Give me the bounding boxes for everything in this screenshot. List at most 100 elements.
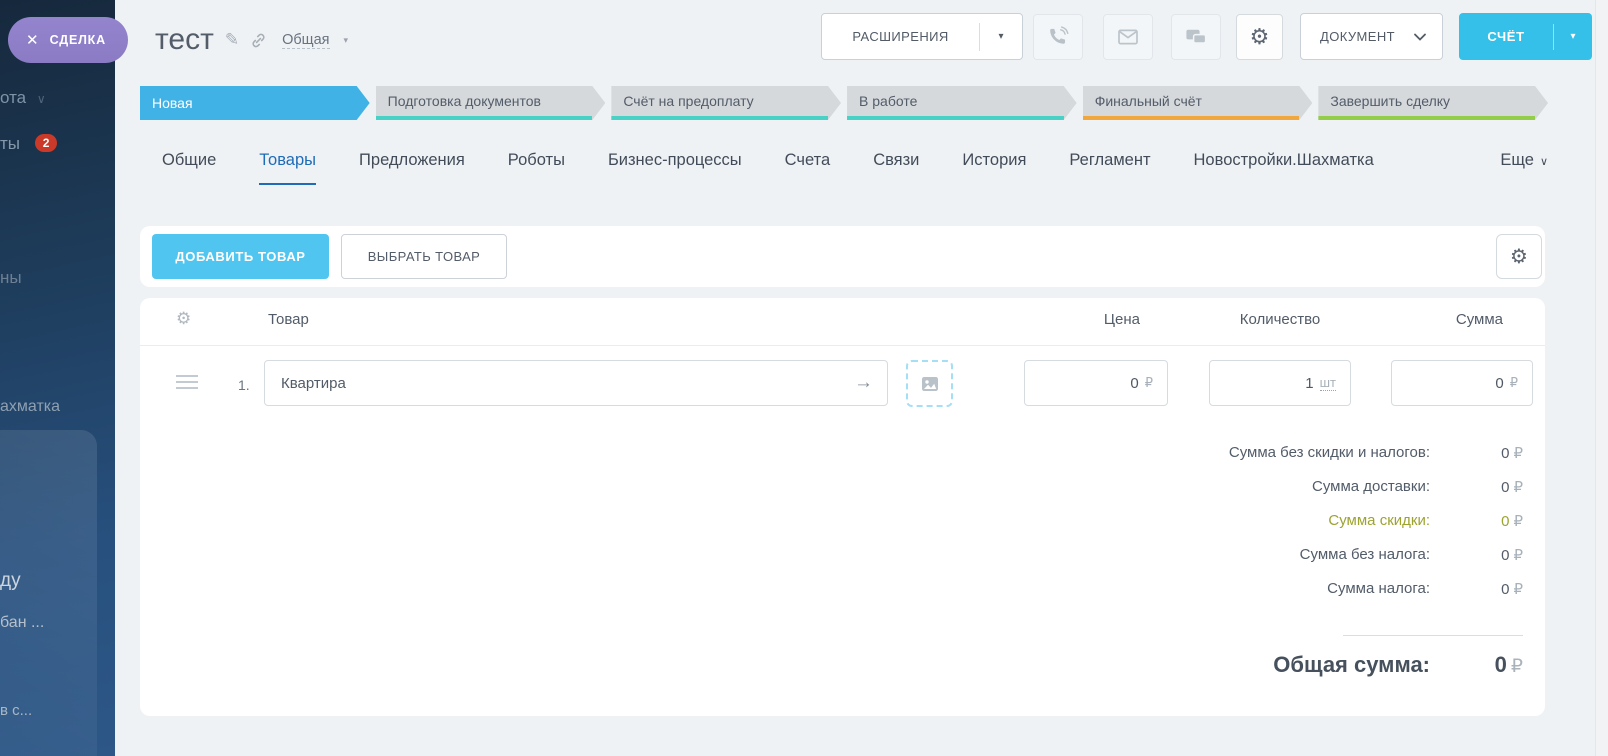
currency-symbol: ₽ xyxy=(1513,513,1523,530)
chevron-down-icon xyxy=(1414,33,1426,41)
tab-general[interactable]: Общие xyxy=(162,151,216,185)
column-header-price: Цена xyxy=(1103,311,1140,328)
tab-history[interactable]: История xyxy=(962,151,1026,185)
tab-invoices[interactable]: Счета xyxy=(785,151,831,185)
settings-button[interactable]: ⚙ xyxy=(1236,14,1283,60)
page-title: тест xyxy=(155,23,214,56)
quantity-value: 1 xyxy=(1305,374,1314,392)
close-icon[interactable]: ✕ xyxy=(26,33,39,48)
currency-symbol: ₽ xyxy=(1510,656,1523,677)
open-catalog-arrow-icon[interactable]: → xyxy=(854,372,873,394)
currency-symbol: ₽ xyxy=(1509,375,1518,390)
stage-label: Новая xyxy=(152,95,193,111)
total-row-delivery: Сумма доставки: 0 ₽ xyxy=(1311,478,1523,496)
column-header-quantity: Количество xyxy=(1239,311,1321,328)
total-row-discount[interactable]: Сумма скидки: 0 ₽ xyxy=(1229,512,1523,530)
chevron-down-icon[interactable]: ▾ xyxy=(344,35,349,46)
stage-docs-preparation[interactable]: Подготовка документов xyxy=(376,86,606,120)
drag-handle-icon[interactable] xyxy=(176,375,198,393)
currency-symbol: ₽ xyxy=(1513,479,1523,496)
price-value: 0 xyxy=(1130,374,1139,392)
tab-more[interactable]: Еще ∨ xyxy=(1500,151,1548,185)
extensions-button[interactable]: РАСШИРЕНИЯ ▾ xyxy=(821,13,1023,60)
stage-prepayment-invoice[interactable]: Счёт на предоплату xyxy=(611,86,841,120)
document-button-label: ДОКУМЕНТ xyxy=(1320,29,1395,44)
gear-icon: ⚙ xyxy=(1249,24,1270,49)
pipeline-selector[interactable]: Общая xyxy=(282,32,330,49)
slider-entity-label: СДЕЛКА xyxy=(49,33,106,47)
gear-icon: ⚙ xyxy=(1510,246,1528,268)
image-icon xyxy=(921,376,938,391)
link-icon[interactable] xyxy=(250,32,267,49)
tab-quotes[interactable]: Предложения xyxy=(359,151,465,185)
currency-symbol: ₽ xyxy=(1513,547,1523,564)
stage-in-progress[interactable]: В работе xyxy=(847,86,1077,120)
chat-button[interactable] xyxy=(1171,14,1221,60)
totals-block: Сумма без скидки и налогов: 0 ₽ Сумма дос… xyxy=(1229,444,1523,614)
price-input[interactable]: 0 ₽ xyxy=(1024,360,1168,406)
sidebar-item-fragment[interactable]: ота ∨ xyxy=(0,88,46,108)
call-button[interactable] xyxy=(1033,14,1083,60)
chevron-down-icon: ∨ xyxy=(1539,156,1548,168)
caret-down-icon[interactable]: ▾ xyxy=(980,31,1022,42)
slider-close-button[interactable]: ✕ СДЕЛКА xyxy=(8,17,128,63)
caret-down-icon[interactable]: ▾ xyxy=(1554,31,1592,42)
tab-chessboard[interactable]: Новостройки.Шахматка xyxy=(1194,151,1374,185)
stage-new[interactable]: Новая xyxy=(140,86,370,120)
column-header-sum: Сумма xyxy=(1455,311,1503,328)
pipeline-stage-bar: Новая Подготовка документов Счёт на пред… xyxy=(140,86,1548,120)
column-settings-icon[interactable]: ⚙ xyxy=(176,309,191,329)
tab-regulations[interactable]: Регламент xyxy=(1069,151,1150,185)
sum-value: 0 xyxy=(1495,374,1504,392)
chat-icon xyxy=(1186,29,1207,44)
background-text-fragment: в с... xyxy=(0,702,33,719)
mail-icon xyxy=(1118,29,1138,45)
product-name-value: Квартира xyxy=(281,374,346,392)
products-panel: ⚙ Товар Цена Количество Сумма 1. Квартир… xyxy=(140,298,1545,716)
sidebar-item-fragment[interactable]: ахматка xyxy=(0,398,60,416)
email-button[interactable] xyxy=(1103,14,1153,60)
stage-close-deal[interactable]: Завершить сделку xyxy=(1318,86,1548,120)
sidebar-item-label: ты xyxy=(0,134,21,153)
stage-color-bar xyxy=(611,116,828,120)
sidebar-item-fragment[interactable]: ты 2 xyxy=(0,134,58,154)
edit-title-icon[interactable]: ✎ xyxy=(225,30,239,50)
products-settings-button[interactable]: ⚙ xyxy=(1496,234,1542,279)
notification-badge: 2 xyxy=(34,134,58,152)
select-product-button[interactable]: ВЫБРАТЬ ТОВАР xyxy=(341,234,507,279)
currency-symbol: ₽ xyxy=(1513,581,1523,598)
stage-final-invoice[interactable]: Финальный счёт xyxy=(1083,86,1313,120)
add-product-button[interactable]: ДОБАВИТЬ ТОВАР xyxy=(152,234,329,279)
sum-input[interactable]: 0 ₽ xyxy=(1391,360,1533,406)
invoice-button[interactable]: СЧЁТ ▾ xyxy=(1459,13,1592,60)
invoice-button-label: СЧЁТ xyxy=(1487,29,1525,44)
document-button[interactable]: ДОКУМЕНТ xyxy=(1300,13,1443,60)
sidebar-item-label: ота xyxy=(0,88,27,107)
products-table-header: ⚙ Товар Цена Количество Сумма xyxy=(140,298,1545,346)
deal-tabs: Общие Товары Предложения Роботы Бизнес-п… xyxy=(162,151,1548,185)
totals-divider xyxy=(1343,635,1523,636)
stage-label: Завершить сделку xyxy=(1330,93,1451,109)
scrollbar[interactable] xyxy=(1595,0,1608,756)
tab-links[interactable]: Связи xyxy=(873,151,919,185)
tab-business-processes[interactable]: Бизнес-процессы xyxy=(608,151,742,185)
row-index: 1. xyxy=(238,377,250,393)
background-sidebar: ота ∨ ты 2 ны ахматка ду бан ... в с... xyxy=(0,0,115,756)
grand-total-row: Общая сумма: 0 ₽ xyxy=(1273,652,1523,678)
sidebar-item-label: ахматка xyxy=(0,398,61,415)
background-text-fragment: бан ... xyxy=(0,614,45,631)
products-toolbar: ДОБАВИТЬ ТОВАР ВЫБРАТЬ ТОВАР ⚙ xyxy=(140,226,1545,287)
quantity-input[interactable]: 1 шт xyxy=(1209,360,1351,406)
stage-color-bar xyxy=(1083,116,1300,120)
tab-robots[interactable]: Роботы xyxy=(508,151,565,185)
unit-selector[interactable]: шт xyxy=(1319,375,1336,391)
sidebar-item-label: ны xyxy=(0,268,22,287)
sidebar-item-fragment[interactable]: ны xyxy=(0,268,22,288)
stage-color-bar xyxy=(1318,116,1535,120)
product-name-input[interactable]: Квартира → xyxy=(264,360,888,406)
product-image-upload[interactable] xyxy=(906,360,953,407)
tab-products[interactable]: Товары xyxy=(259,151,317,185)
stage-color-bar xyxy=(376,116,593,120)
stage-label: Финальный счёт xyxy=(1094,93,1202,109)
chevron-down-icon: ∨ xyxy=(36,92,46,106)
